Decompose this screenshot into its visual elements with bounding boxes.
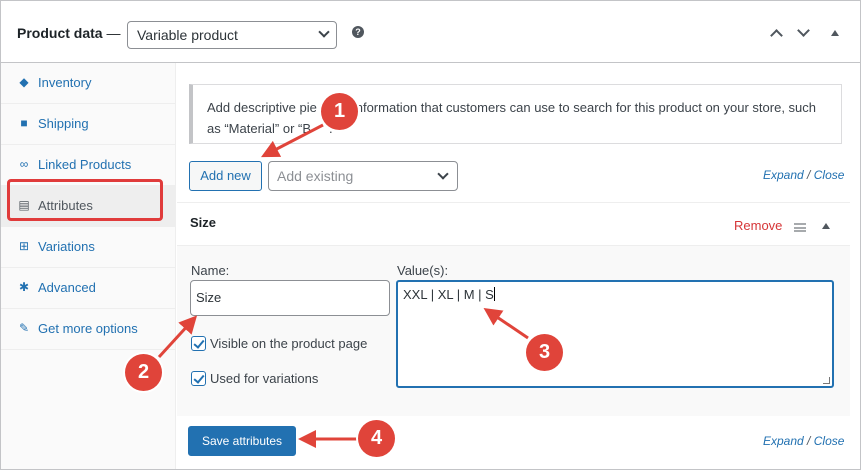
- step-badge-3: 3: [526, 334, 563, 371]
- product-data-panel: Product data — Variable product ? ◆ Inve…: [0, 0, 861, 470]
- step-badge-1: 1: [321, 93, 358, 130]
- step-badge-4: 4: [358, 420, 395, 457]
- step-badge-2: 2: [125, 354, 162, 391]
- annotation-arrows: [157, 123, 529, 448]
- arrow-1: [261, 123, 324, 158]
- arrow-3: [483, 307, 529, 340]
- arrow-2: [157, 315, 198, 359]
